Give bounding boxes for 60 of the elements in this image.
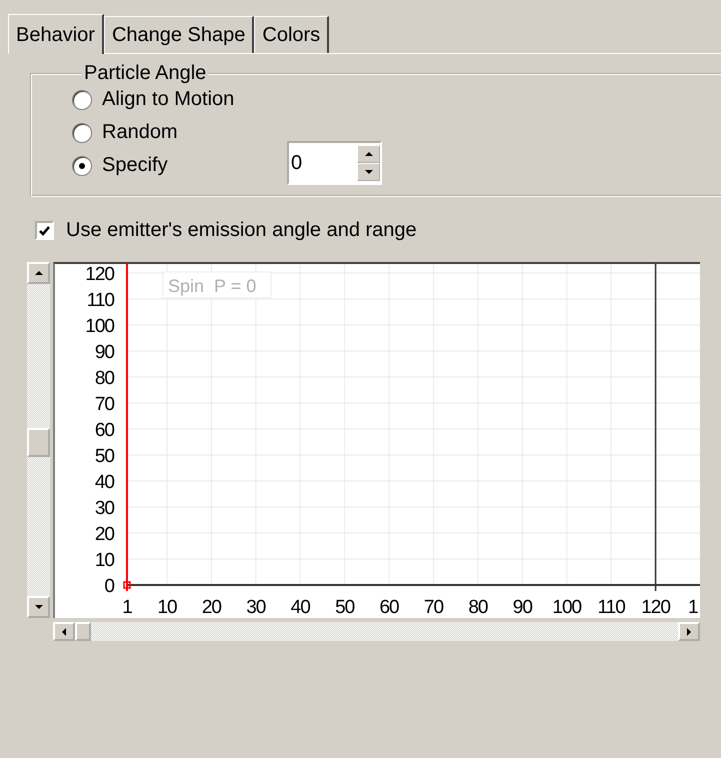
angle-spin-box[interactable]: 0: [287, 141, 382, 185]
y-tick-label: 90: [94, 342, 114, 363]
radio-button[interactable]: [72, 122, 92, 142]
x-tick-label: 90: [512, 597, 532, 618]
y-tick-label: 30: [94, 498, 114, 519]
horizontal-scrollbar[interactable]: [53, 622, 700, 641]
checkbox-label: Use emitter's emission angle and range: [66, 219, 417, 242]
vertical-scrollbar[interactable]: [27, 262, 50, 618]
x-tick-label: 30: [246, 597, 266, 618]
up-arrow-icon: [364, 152, 372, 156]
scroll-up-button[interactable]: [27, 262, 50, 284]
x-tick-label: 40: [290, 597, 310, 618]
down-arrow-icon: [364, 170, 372, 174]
y-tick-label: 40: [94, 472, 114, 493]
y-tick-label: 0: [104, 576, 114, 597]
y-tick-label: 80: [94, 368, 114, 389]
y-tick-label: 50: [94, 446, 114, 467]
check-icon: [39, 226, 50, 236]
checkbox[interactable]: [35, 221, 54, 240]
annotation: P = 0: [214, 276, 256, 296]
tab[interactable]: Behavior: [8, 14, 104, 54]
scroll-down-button[interactable]: [27, 596, 50, 618]
x-tick-label: 80: [468, 597, 488, 618]
x-tick-label: 1: [122, 597, 132, 618]
down-arrow-icon: [34, 605, 42, 609]
tab[interactable]: Change Shape: [104, 16, 254, 53]
y-tick-label: 110: [86, 290, 114, 311]
x-tick-label: 60: [380, 597, 399, 618]
y-tick-label: 10: [94, 550, 114, 571]
y-tick-label: 60: [94, 420, 114, 441]
scroll-left-button[interactable]: [53, 622, 75, 641]
radio-label: Specify: [102, 154, 168, 177]
y-tick-label: 120: [85, 264, 114, 285]
x-tick-label: 1: [688, 597, 698, 618]
y-tick-label: 100: [85, 316, 114, 337]
radio-button[interactable]: [72, 156, 92, 176]
left-arrow-icon: [62, 628, 66, 636]
x-tick-label: 120: [641, 597, 670, 618]
x-tick-label: 110: [598, 597, 625, 618]
scroll-right-button[interactable]: [678, 622, 700, 641]
up-arrow-icon: [34, 271, 42, 275]
group-title: Particle Angle: [83, 62, 208, 85]
legend-box: Spin P = 0: [162, 272, 272, 298]
spin-up-button[interactable]: [357, 145, 380, 163]
radio-button[interactable]: [72, 90, 92, 110]
tab[interactable]: Colors: [254, 16, 330, 53]
radio-label: Random: [102, 121, 178, 144]
data-point: [123, 581, 131, 589]
y-tick-label: 70: [94, 394, 114, 415]
spin-down-button[interactable]: [357, 163, 380, 181]
x-tick-label: 70: [424, 597, 444, 618]
y-tick-label: 20: [94, 524, 114, 545]
x-tick-label: 100: [552, 597, 582, 618]
x-tick-label: 10: [157, 597, 177, 618]
x-tick-label: 20: [202, 597, 221, 618]
radio-label: Align to Motion: [102, 88, 234, 111]
scrollbar-thumb[interactable]: [75, 622, 91, 641]
x-tick-label: 50: [335, 597, 354, 618]
right-arrow-icon: [687, 628, 691, 636]
scrollbar-thumb[interactable]: [27, 428, 50, 457]
